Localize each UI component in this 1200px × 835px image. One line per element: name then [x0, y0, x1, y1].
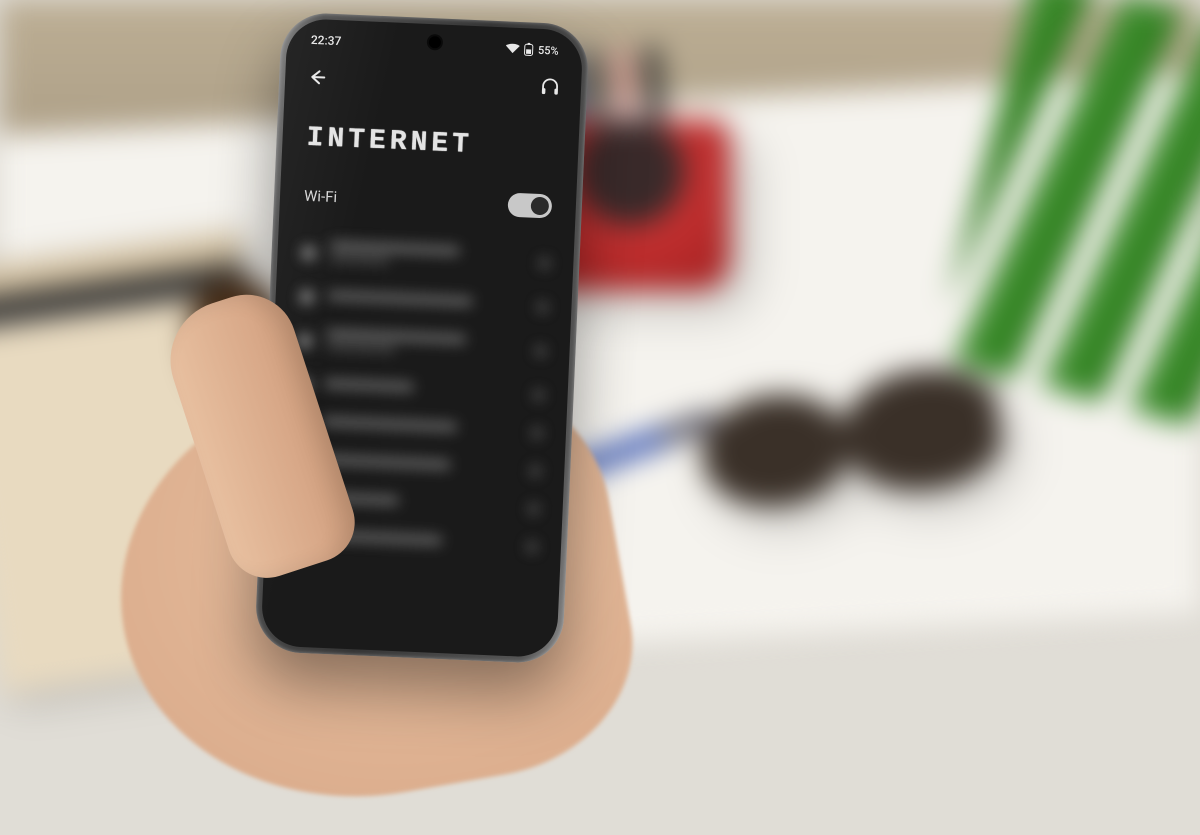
lock-icon: [527, 542, 537, 552]
page-title: INTERNET: [281, 96, 580, 184]
back-button[interactable]: [305, 65, 330, 90]
lock-icon: [528, 504, 538, 514]
lock-icon: [533, 390, 543, 400]
toggle-knob: [530, 197, 549, 216]
lock-icon: [537, 302, 547, 312]
lock-icon: [539, 258, 549, 268]
wifi-icon: [299, 290, 314, 305]
wifi-toggle[interactable]: [507, 193, 552, 219]
support-button[interactable]: [539, 76, 562, 99]
wifi-label: Wi-Fi: [304, 187, 338, 206]
arrow-left-icon: [307, 67, 328, 88]
battery-icon: [524, 42, 535, 56]
battery-percent: 55%: [538, 43, 559, 57]
lock-icon: [535, 346, 545, 356]
wifi-status-icon: [506, 43, 520, 54]
lock-icon: [532, 428, 542, 438]
headset-icon: [539, 76, 562, 99]
wifi-icon: [301, 246, 316, 261]
status-time: 22:37: [311, 33, 342, 48]
lock-icon: [530, 466, 540, 476]
